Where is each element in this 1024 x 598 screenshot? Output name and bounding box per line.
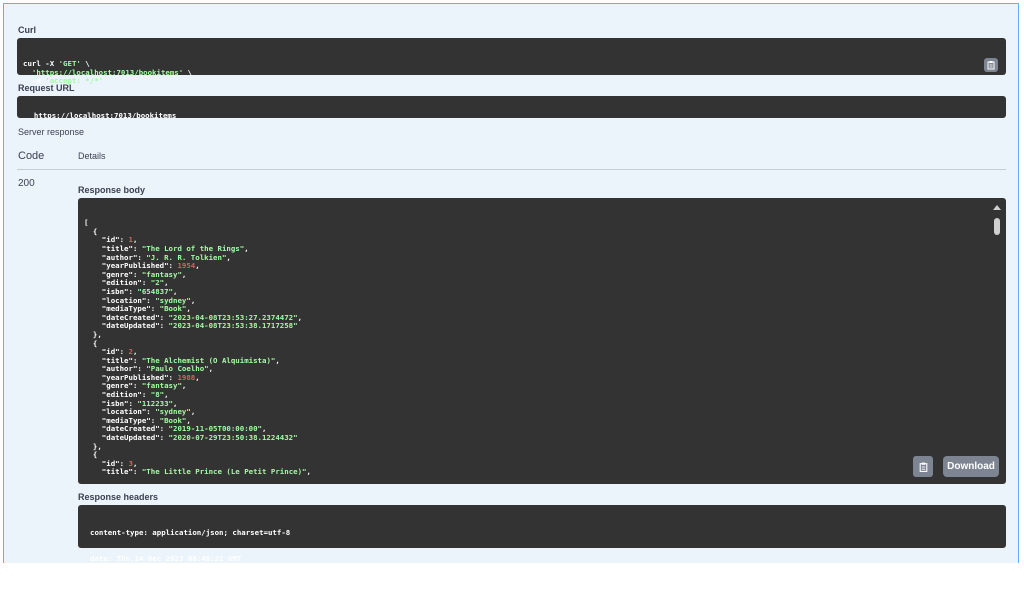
json-line: [: [84, 218, 89, 228]
json-line: "edition": "8",: [84, 390, 169, 400]
response-headers-block: content-type: application/json; charset=…: [78, 505, 1006, 588]
curl-command: curl -X 'GET' \ 'https://localhost:7013/…: [23, 59, 1006, 86]
scrollbar[interactable]: [992, 202, 1002, 480]
json-line: "title": "The Little Prince (Le Petit Pr…: [84, 467, 311, 477]
json-line: "author": "Paulo Coelho",: [84, 364, 214, 374]
json-line: },: [84, 329, 102, 339]
curl-block[interactable]: curl -X 'GET' \ 'https://localhost:7013/…: [17, 38, 1006, 85]
json-line: },: [84, 441, 102, 451]
code-column-header: Code: [18, 150, 45, 162]
table-divider: [17, 169, 1006, 170]
curl-line: -H 'accept: */*': [23, 76, 104, 86]
arrow-up-icon[interactable]: [992, 204, 1002, 212]
header-line: server: Kestrel: [90, 579, 157, 589]
clipboard-icon: [919, 462, 927, 472]
curl-line: 'https://localhost:7013/bookitems' \: [31, 67, 193, 77]
download-button[interactable]: Download: [943, 456, 999, 477]
server-response-label: Server response: [18, 127, 85, 137]
response-code: 200: [18, 178, 35, 189]
json-line: "genre": "fantasy",: [84, 381, 187, 391]
request-url-value: https://localhost:7013/bookitems: [33, 110, 177, 120]
json-line: "dateUpdated": "2020-07-29T23:50:38.1224…: [84, 433, 298, 443]
copy-response-button[interactable]: [913, 456, 933, 477]
json-line: "edition": "2",: [84, 278, 169, 288]
request-url-block[interactable]: https://localhost:7013/bookitems: [17, 96, 1006, 120]
response-body-block[interactable]: [ { "id": 1, "title": "The Lord of the R…: [78, 198, 1006, 484]
json-line: "genre": "fantasy",: [84, 269, 187, 279]
header-line: content-type: application/json; charset=…: [90, 528, 291, 538]
json-line: {: [84, 338, 98, 348]
header-line: date: Thu,14 Dec 2023 08:48:21 GMT: [90, 553, 242, 563]
json-line: {: [84, 450, 98, 460]
json-line: "dateUpdated": "2023-04-08T23:53:38.1717…: [84, 321, 298, 331]
json-line: "isbn": "654837",: [84, 286, 178, 296]
json-line: "location": "sydney",: [84, 295, 196, 305]
json-line: "yearPublished": 1988,: [84, 372, 200, 382]
response-body-label: Response body: [78, 185, 146, 195]
details-column-header: Details: [78, 151, 106, 161]
response-headers-label: Response headers: [78, 492, 159, 502]
response-body-json: [ { "id": 1, "title": "The Lord of the R…: [84, 218, 1006, 477]
scrollbar-thumb[interactable]: [994, 218, 1000, 235]
json-line: {: [84, 226, 98, 236]
json-line: "title": "The Alchemist (O Alquimista)",: [84, 355, 280, 365]
json-line: "location": "sydney",: [84, 407, 196, 417]
json-line: "author": "J. R. R. Tolkien",: [84, 252, 231, 262]
request-url-label: Request URL: [18, 83, 75, 93]
json-line: "yearPublished": 1954,: [84, 261, 200, 271]
json-line: "isbn": "112233",: [84, 398, 178, 408]
clipboard-icon: [987, 61, 995, 70]
copy-curl-button[interactable]: [984, 58, 998, 72]
curl-label: Curl: [18, 25, 36, 35]
